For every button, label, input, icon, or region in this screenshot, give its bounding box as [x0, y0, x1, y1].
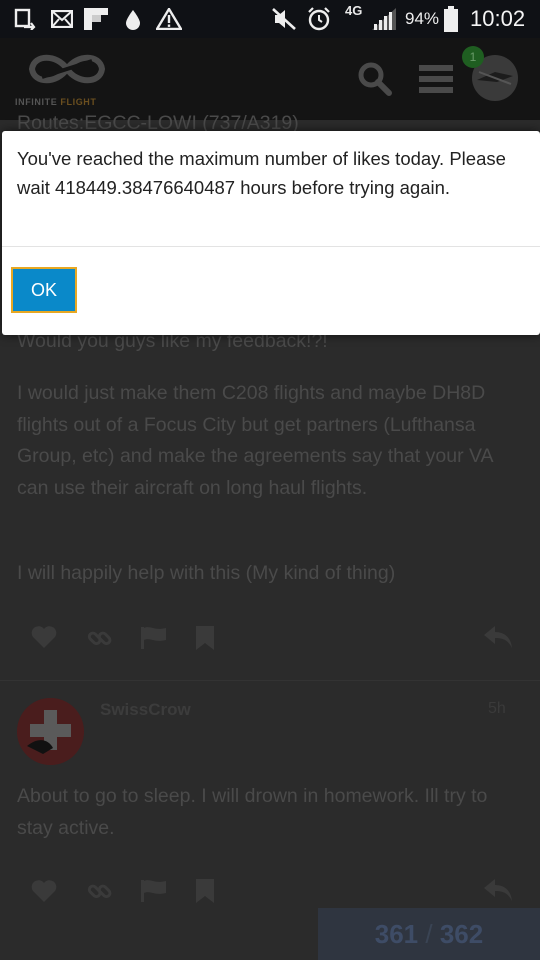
logo-wordmark: INFINITE FLIGHT — [15, 97, 97, 107]
warning-icon — [156, 8, 182, 30]
flipboard-icon — [84, 8, 108, 30]
mail-icon — [51, 10, 73, 28]
post-divider — [0, 680, 540, 681]
rate-limit-dialog: You've reached the maximum number of lik… — [2, 131, 540, 335]
battery-icon — [444, 6, 458, 32]
progress-separator: / — [425, 919, 433, 949]
ok-button[interactable]: OK — [11, 267, 77, 313]
like-heart-icon[interactable] — [31, 625, 57, 649]
logo-wordmark-accent: FLIGHT — [60, 97, 97, 107]
hamburger-menu-icon[interactable] — [419, 65, 453, 93]
reply-icon[interactable] — [483, 625, 513, 649]
bookmark-icon[interactable] — [195, 878, 215, 904]
progress-total: 362 — [439, 919, 484, 949]
alarm-icon — [308, 7, 330, 31]
reply-icon[interactable] — [483, 878, 513, 902]
topic-progress-indicator[interactable]: 361 / 362 — [318, 908, 540, 960]
progress-current: 361 — [374, 919, 419, 949]
post-timestamp[interactable]: 5h — [488, 700, 506, 718]
logo-wordmark-main: INFINITE — [15, 97, 61, 107]
network-type-label: 4G — [345, 3, 363, 18]
signal-icon — [372, 8, 396, 30]
flag-icon[interactable] — [140, 626, 168, 650]
post-paragraph: I will happily help with this (My kind o… — [17, 562, 396, 584]
flag-icon[interactable] — [140, 879, 168, 903]
post-username[interactable]: SwissCrow — [100, 700, 191, 720]
infinite-flight-logo-icon[interactable] — [22, 49, 112, 89]
like-heart-icon[interactable] — [31, 879, 57, 903]
post-paragraph: I would just make them C208 flights and … — [17, 382, 493, 499]
drop-icon — [126, 10, 140, 30]
screenshot-icon — [14, 8, 36, 30]
clock-time: 10:02 — [470, 6, 526, 31]
dialog-message: You've reached the maximum number of lik… — [17, 148, 506, 198]
dialog-divider — [2, 246, 540, 247]
battery-percent: 94% — [405, 9, 440, 28]
swiss-cross-avatar-image — [17, 698, 84, 765]
mute-icon — [272, 8, 296, 30]
search-icon[interactable] — [357, 61, 393, 97]
share-link-icon[interactable] — [87, 625, 113, 651]
post-author-avatar[interactable] — [17, 698, 84, 765]
bookmark-icon[interactable] — [195, 625, 215, 651]
status-bar: 4G 94% 10:02 — [0, 0, 540, 38]
share-link-icon[interactable] — [87, 878, 113, 904]
notification-badge[interactable]: 1 — [462, 46, 484, 68]
post-paragraph: About to go to sleep. I will drown in ho… — [17, 785, 488, 839]
